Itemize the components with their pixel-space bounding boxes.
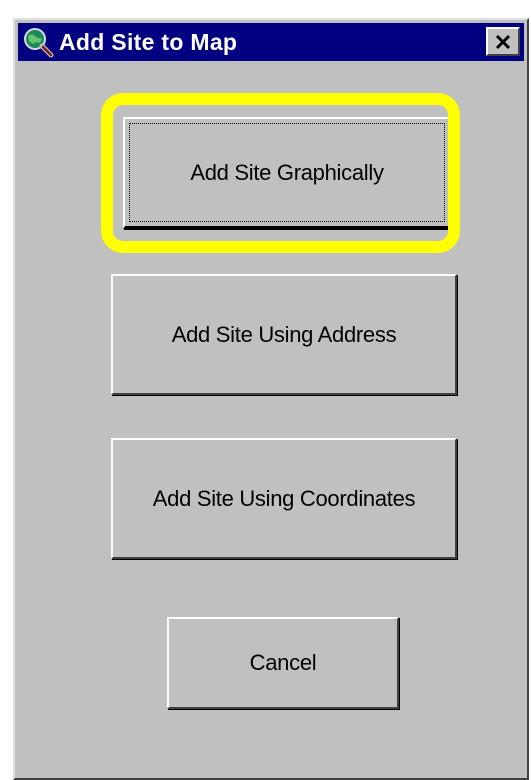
window-title: Add Site to Map bbox=[59, 28, 238, 55]
add-site-using-coordinates-button[interactable]: Add Site Using Coordinates bbox=[111, 438, 457, 559]
highlight-annotation bbox=[101, 93, 460, 253]
cancel-button[interactable]: Cancel bbox=[167, 617, 399, 709]
add-site-using-address-label: Add Site Using Address bbox=[171, 321, 397, 347]
add-site-using-address-button[interactable]: Add Site Using Address bbox=[111, 274, 457, 395]
add-site-using-coordinates-label: Add Site Using Coordinates bbox=[152, 485, 416, 511]
close-button[interactable] bbox=[486, 27, 520, 56]
globe-magnifier-icon bbox=[24, 28, 54, 58]
cancel-label: Cancel bbox=[249, 650, 317, 675]
title-bar[interactable]: Add Site to Map bbox=[18, 23, 524, 61]
close-icon bbox=[495, 34, 511, 49]
